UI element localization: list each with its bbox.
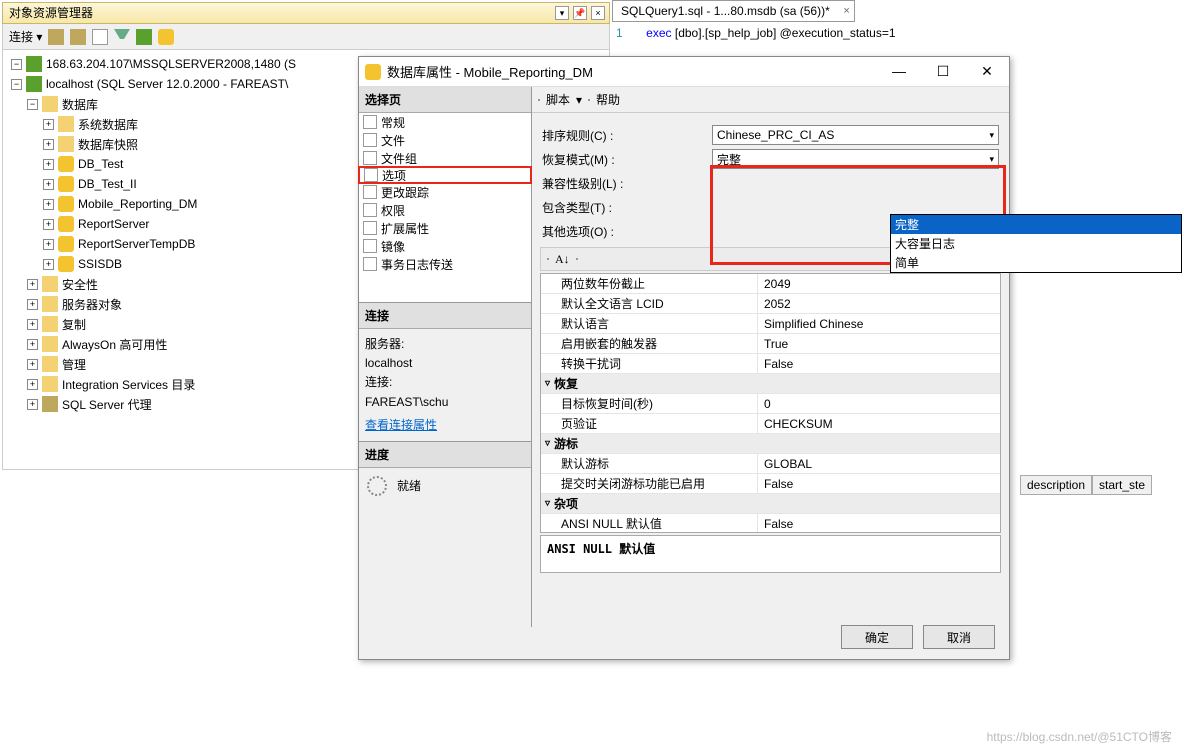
other-label: 其他选项(O) : (542, 223, 712, 240)
ok-button[interactable]: 确定 (841, 625, 913, 649)
conn-label: 连接: (365, 373, 525, 392)
keyword: exec (646, 26, 671, 40)
oe-toolbar: 连接 ▾ (2, 24, 610, 50)
page-extprops[interactable]: 扩展属性 (359, 219, 531, 237)
tab-sqlquery1[interactable]: SQLQuery1.sql - 1...80.msdb (sa (56))* × (612, 0, 855, 22)
chevron-down-icon: ▾ (989, 130, 994, 141)
page-filegroups[interactable]: 文件组 (359, 149, 531, 167)
collation-label: 排序规则(C) : (542, 127, 712, 144)
pg-target-recovery: 目标恢复时间(秒) (541, 394, 757, 413)
results-grid-headers: description start_ste (1020, 475, 1152, 495)
recovery-dropdown-list[interactable]: 完整 大容量日志 简单 (890, 214, 1182, 273)
connect-menu[interactable]: 连接 ▾ (9, 28, 42, 45)
script-dropdown-icon[interactable]: ▾ (576, 93, 582, 107)
propgrid-pages-icon[interactable] (576, 258, 578, 260)
pg-cat-misc[interactable]: 杂项 (541, 494, 1000, 513)
help-icon (588, 99, 590, 101)
registered-servers-icon[interactable] (158, 29, 174, 45)
dropdown-icon[interactable]: ▾ (555, 6, 569, 20)
disconnect-icon[interactable] (70, 29, 86, 45)
collation-combo[interactable]: Chinese_PRC_CI_AS▾ (712, 125, 999, 145)
tab-strip: SQLQuery1.sql - 1...80.msdb (sa (56))* × (612, 0, 855, 22)
dialog-right-panel: 脚本 ▾ 帮助 排序规则(C) : Chinese_PRC_CI_AS▾ 恢复模… (532, 87, 1009, 627)
select-page-header: 选择页 (359, 87, 531, 113)
dropdown-option-simple[interactable]: 简单 (891, 253, 1181, 272)
pg-cat-recovery[interactable]: 恢复 (541, 374, 1000, 393)
page-mirroring[interactable]: 镜像 (359, 237, 531, 255)
connect-icon[interactable] (48, 29, 64, 45)
page-files[interactable]: 文件 (359, 131, 531, 149)
connection-info: 服务器: localhost 连接: FAREAST\schu 查看连接属性 (359, 329, 531, 442)
compat-label: 兼容性级别(L) : (542, 175, 712, 192)
script-toolbar: 脚本 ▾ 帮助 (532, 87, 1009, 113)
page-changetracking[interactable]: 更改跟踪 (359, 183, 531, 201)
recovery-label: 恢复模式(M) : (542, 151, 712, 168)
pg-fulltext-lcid: 默认全文语言 LCID (541, 294, 757, 313)
db-icon (365, 64, 381, 80)
propgrid-description: ANSI NULL 默认值 (540, 535, 1001, 573)
containment-label: 包含类型(T) : (542, 199, 712, 216)
code-text: [dbo].[sp_help_job] @execution_status=1 (672, 26, 896, 40)
line-number: 1 (616, 26, 623, 40)
pg-nested-trig: 启用嵌套的触发器 (541, 334, 757, 353)
pg-cat-cursor[interactable]: 游标 (541, 434, 1000, 453)
minimize-button[interactable]: — (877, 58, 921, 86)
connection-header: 连接 (359, 303, 531, 329)
close-button[interactable]: ✕ (965, 58, 1009, 86)
progress-status: 就绪 (397, 477, 421, 494)
progress-header: 进度 (359, 442, 531, 468)
page-options[interactable]: 选项 (358, 166, 532, 184)
col-description[interactable]: description (1020, 475, 1092, 495)
dialog-titlebar: 数据库属性 - Mobile_Reporting_DM — ☐ ✕ (359, 57, 1009, 87)
maximize-button[interactable]: ☐ (921, 58, 965, 86)
property-grid[interactable]: 两位数年份截止2049 默认全文语言 LCID2052 默认语言Simplifi… (540, 273, 1001, 533)
close-tab-icon[interactable]: × (843, 5, 849, 17)
sort-az-icon[interactable]: A↓ (555, 252, 570, 267)
dialog-left-panel: 选择页 常规 文件 文件组 选项 更改跟踪 权限 扩展属性 镜像 事务日志传送 … (359, 87, 532, 627)
pg-noise-words: 转换干扰词 (541, 354, 757, 373)
page-general[interactable]: 常规 (359, 113, 531, 131)
filter-icon[interactable] (114, 29, 130, 45)
pg-default-lang: 默认语言 (541, 314, 757, 333)
oe-title-text: 对象资源管理器 (9, 2, 93, 24)
col-start-step[interactable]: start_ste (1092, 475, 1152, 495)
code-editor[interactable]: 1 exec [dbo].[sp_help_job] @execution_st… (616, 26, 896, 41)
chevron-down-icon: ▾ (989, 154, 994, 165)
dropdown-option-bulk[interactable]: 大容量日志 (891, 234, 1181, 253)
page-list[interactable]: 常规 文件 文件组 选项 更改跟踪 权限 扩展属性 镜像 事务日志传送 (359, 113, 531, 303)
script-icon (538, 99, 540, 101)
categorized-icon[interactable] (547, 258, 549, 260)
refresh-icon[interactable] (136, 29, 152, 45)
pg-two-digit-year: 两位数年份截止 (541, 274, 757, 293)
page-permissions[interactable]: 权限 (359, 201, 531, 219)
pin-icon[interactable]: 📌 (573, 6, 587, 20)
help-button[interactable]: 帮助 (596, 91, 620, 108)
watermark: https://blog.csdn.net/@51CTO博客 (987, 728, 1172, 745)
dropdown-option-full[interactable]: 完整 (891, 215, 1181, 234)
progress-box: 就绪 (359, 468, 531, 504)
conn-value: FAREAST\schu (365, 393, 525, 412)
spinner-icon (367, 476, 387, 496)
script-button[interactable]: 脚本 (546, 91, 570, 108)
view-conn-link[interactable]: 查看连接属性 (365, 418, 437, 432)
pg-page-verify: 页验证 (541, 414, 757, 433)
cancel-button[interactable]: 取消 (923, 625, 995, 649)
page-logshipping[interactable]: 事务日志传送 (359, 255, 531, 273)
oe-title-bar: 对象资源管理器 ▾ 📌 × (2, 2, 610, 24)
db-properties-dialog: 数据库属性 - Mobile_Reporting_DM — ☐ ✕ 选择页 常规… (358, 56, 1010, 660)
pg-ansi-null: ANSI NULL 默认值 (541, 514, 757, 533)
pg-cursor-close: 提交时关闭游标功能已启用 (541, 474, 757, 493)
tab-label: SQLQuery1.sql - 1...80.msdb (sa (56))* (621, 4, 830, 18)
recovery-combo[interactable]: 完整▾ (712, 149, 999, 169)
close-icon[interactable]: × (591, 6, 605, 20)
dialog-title-text: 数据库属性 - Mobile_Reporting_DM (387, 62, 877, 81)
server-value: localhost (365, 354, 525, 373)
pg-default-cursor: 默认游标 (541, 454, 757, 473)
server-label: 服务器: (365, 335, 525, 354)
stop-icon[interactable] (92, 29, 108, 45)
